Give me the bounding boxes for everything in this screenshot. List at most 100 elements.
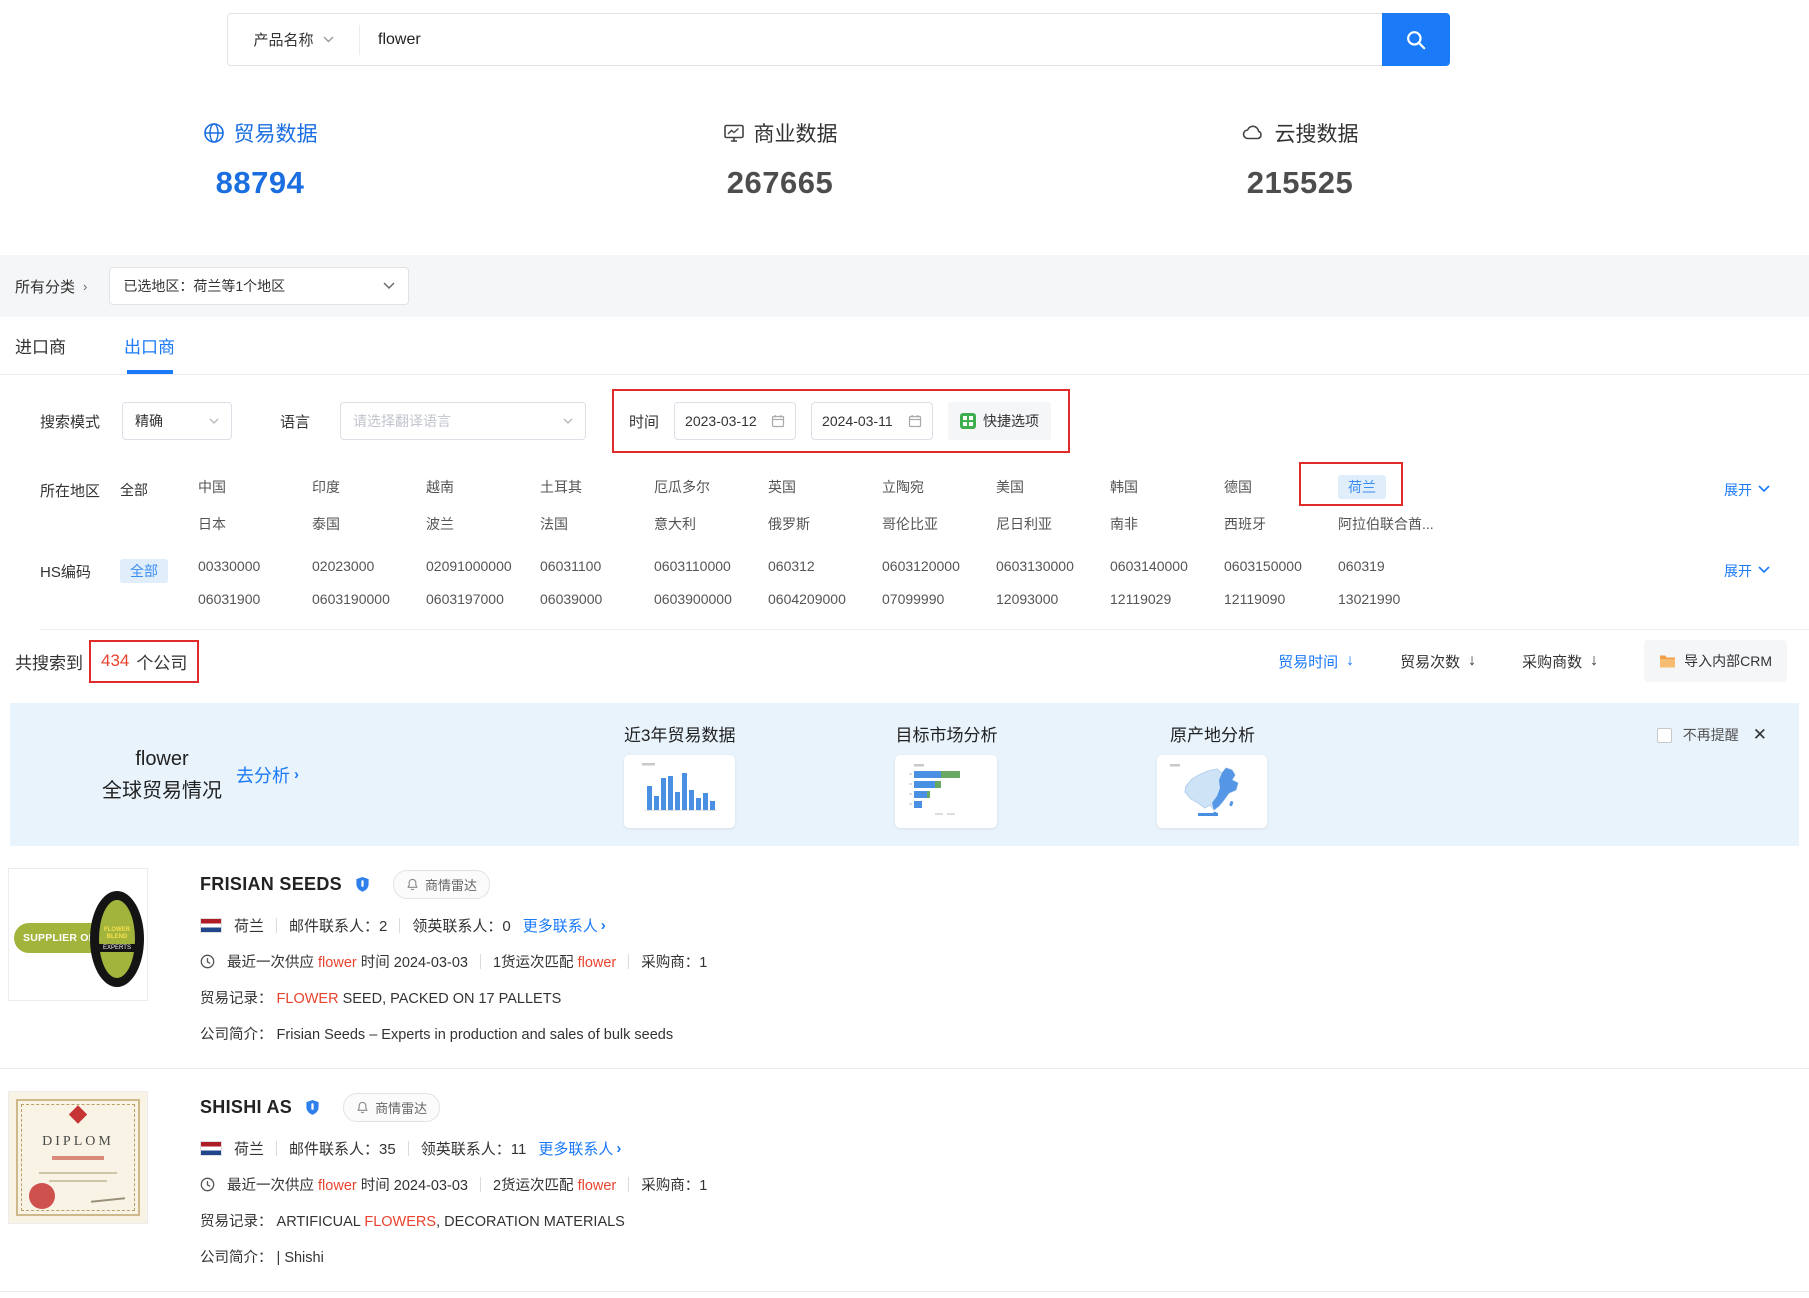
hs-code-option[interactable]: 12093000 bbox=[996, 591, 1110, 607]
card-origin-analysis[interactable]: 原产地分析 bbox=[1157, 721, 1267, 828]
region-option[interactable]: 德国 bbox=[1224, 477, 1338, 497]
region-option[interactable]: 日本 bbox=[198, 514, 312, 534]
tab-business-data[interactable]: 商业数据 267665 bbox=[520, 118, 1040, 201]
hs-code-option[interactable]: 0603197000 bbox=[426, 591, 540, 607]
region-option-all[interactable]: 全部 bbox=[120, 482, 148, 498]
region-option[interactable]: 波兰 bbox=[426, 514, 540, 534]
tab-exporter[interactable]: 出口商 bbox=[124, 317, 175, 374]
hs-code-option[interactable]: 00330000 bbox=[198, 558, 312, 574]
hs-code-option[interactable]: 12119090 bbox=[1224, 591, 1338, 607]
company-name[interactable]: FRISIAN SEEDS bbox=[200, 874, 342, 895]
tab-cloud-search-data[interactable]: 云搜数据 215525 bbox=[1040, 118, 1560, 201]
hs-code-option[interactable]: 0603150000 bbox=[1224, 558, 1338, 574]
dont-remind-checkbox[interactable] bbox=[1657, 728, 1672, 743]
go-analyze-link[interactable]: 去分析› bbox=[236, 762, 299, 788]
certificate-subtitle-line bbox=[52, 1156, 104, 1160]
sort-by-trade-time[interactable]: 贸易时间↓ bbox=[1278, 651, 1354, 672]
hs-expand-link[interactable]: 展开 bbox=[1724, 558, 1809, 607]
region-option[interactable]: 哥伦比亚 bbox=[882, 514, 996, 534]
hs-option-all[interactable]: 全部 bbox=[120, 559, 168, 583]
hs-code-option[interactable]: 06031900 bbox=[198, 591, 312, 607]
divider bbox=[276, 918, 277, 933]
netherlands-flag-icon bbox=[200, 1141, 222, 1156]
region-option-selected[interactable]: 荷兰 bbox=[1338, 477, 1452, 497]
more-contacts-link[interactable]: 更多联系人› bbox=[538, 1138, 621, 1159]
clock-icon bbox=[200, 1177, 215, 1192]
banner-keyword-block: flower 全球贸易情况 bbox=[102, 743, 222, 807]
hs-code-option[interactable]: 02023000 bbox=[312, 558, 426, 574]
filters-panel: 搜索模式 精确 语言 请选择翻译语言 时间 2023-03-12 2024-03… bbox=[0, 389, 1809, 630]
region-option[interactable]: 越南 bbox=[426, 477, 540, 497]
time-label: 时间 bbox=[629, 411, 659, 432]
region-option[interactable]: 美国 bbox=[996, 477, 1110, 497]
search-button[interactable] bbox=[1382, 13, 1450, 66]
sort-by-trade-count[interactable]: 贸易次数↓ bbox=[1400, 651, 1476, 672]
hs-code-option[interactable]: 0603900000 bbox=[654, 591, 768, 607]
search-header: 产品名称 bbox=[0, 0, 1809, 66]
hs-code-option[interactable]: 0603110000 bbox=[654, 558, 768, 574]
region-option[interactable]: 西班牙 bbox=[1224, 514, 1338, 534]
region-option[interactable]: 中国 bbox=[198, 477, 312, 497]
hs-code-option[interactable]: 0603120000 bbox=[882, 558, 996, 574]
hs-code-option[interactable]: 0603190000 bbox=[312, 591, 426, 607]
region-option[interactable]: 土耳其 bbox=[540, 477, 654, 497]
region-option[interactable]: 南非 bbox=[1110, 514, 1224, 534]
language-select[interactable]: 请选择翻译语言 bbox=[340, 402, 586, 440]
hs-code-option[interactable]: 13021990 bbox=[1338, 591, 1452, 607]
region-filter-row: 所在地区 全部 中国印度越南土耳其厄瓜多尔英国立陶宛美国韩国德国 荷兰 日本泰国… bbox=[40, 477, 1809, 534]
region-option[interactable]: 法国 bbox=[540, 514, 654, 534]
calendar-icon bbox=[908, 414, 922, 428]
breadcrumb-all-categories[interactable]: 所有分类 › bbox=[15, 276, 87, 297]
tab-trade-data[interactable]: 贸易数据 88794 bbox=[0, 118, 520, 201]
business-radar-badge[interactable]: 商情雷达 bbox=[343, 1093, 440, 1122]
chevron-down-icon bbox=[563, 418, 573, 425]
hs-code-option[interactable]: 06039000 bbox=[540, 591, 654, 607]
more-contacts-link[interactable]: 更多联系人› bbox=[523, 915, 606, 936]
card-trade-3years[interactable]: 近3年贸易数据 bbox=[624, 721, 735, 828]
region-option[interactable]: 韩国 bbox=[1110, 477, 1224, 497]
hs-code-option[interactable]: 07099990 bbox=[882, 591, 996, 607]
region-option[interactable]: 俄罗斯 bbox=[768, 514, 882, 534]
date-from-input[interactable]: 2023-03-12 bbox=[674, 402, 796, 440]
hs-code-option[interactable]: 0604209000 bbox=[768, 591, 882, 607]
chevron-right-icon: › bbox=[616, 1140, 621, 1157]
company-logo: DIPLOM bbox=[8, 1091, 148, 1224]
region-option[interactable]: 意大利 bbox=[654, 514, 768, 534]
date-to-input[interactable]: 2024-03-11 bbox=[811, 402, 933, 440]
import-crm-button[interactable]: 导入内部CRM bbox=[1644, 640, 1787, 682]
trade-record-row: 贸易记录： FLOWER SEED, PACKED ON 17 PALLETS bbox=[200, 987, 707, 1008]
linkedin-contacts: 领英联系人：0 bbox=[412, 915, 510, 936]
hs-code-option[interactable]: 060319 bbox=[1338, 558, 1452, 574]
region-option[interactable]: 泰国 bbox=[312, 514, 426, 534]
stat-value: 267665 bbox=[520, 165, 1040, 201]
business-radar-badge[interactable]: 商情雷达 bbox=[393, 870, 490, 899]
card-target-market[interactable]: 目标市场分析 bbox=[895, 721, 997, 828]
chevron-down-icon bbox=[1758, 485, 1770, 493]
hs-code-option[interactable]: 12119029 bbox=[1110, 591, 1224, 607]
region-option[interactable]: 厄瓜多尔 bbox=[654, 477, 768, 497]
sort-by-buyer-count[interactable]: 采购商数↓ bbox=[1522, 651, 1598, 672]
search-mode-select[interactable]: 精确 bbox=[122, 402, 232, 440]
search-category-dropdown[interactable]: 产品名称 bbox=[228, 25, 360, 55]
hs-code-option[interactable]: 0603140000 bbox=[1110, 558, 1224, 574]
quick-options-button[interactable]: 快捷选项 bbox=[948, 402, 1051, 440]
hs-code-option[interactable]: 02091000000 bbox=[426, 558, 540, 574]
sort-controls: 贸易时间↓ 贸易次数↓ 采购商数↓ 导入内部CRM bbox=[1278, 640, 1787, 682]
company-name[interactable]: SHISHI AS bbox=[200, 1097, 292, 1118]
hs-code-option[interactable]: 06031100 bbox=[540, 558, 654, 574]
hs-code-option[interactable]: 0603130000 bbox=[996, 558, 1110, 574]
hs-code-option[interactable]: 060312 bbox=[768, 558, 882, 574]
stat-value: 88794 bbox=[0, 165, 520, 201]
search-input[interactable] bbox=[360, 14, 1382, 65]
selected-region-text: 已选地区：荷兰等1个地区 bbox=[123, 276, 285, 296]
region-option[interactable]: 立陶宛 bbox=[882, 477, 996, 497]
selected-region-dropdown[interactable]: 已选地区：荷兰等1个地区 bbox=[109, 267, 409, 305]
region-option[interactable]: 英国 bbox=[768, 477, 882, 497]
region-option[interactable]: 阿拉伯联合酋... bbox=[1338, 514, 1452, 534]
region-option[interactable]: 印度 bbox=[312, 477, 426, 497]
cloud-icon bbox=[1242, 122, 1266, 144]
region-expand-link[interactable]: 展开 bbox=[1724, 477, 1809, 534]
tab-importer[interactable]: 进口商 bbox=[15, 317, 66, 374]
close-icon[interactable]: ✕ bbox=[1753, 725, 1767, 745]
region-option[interactable]: 尼日利亚 bbox=[996, 514, 1110, 534]
